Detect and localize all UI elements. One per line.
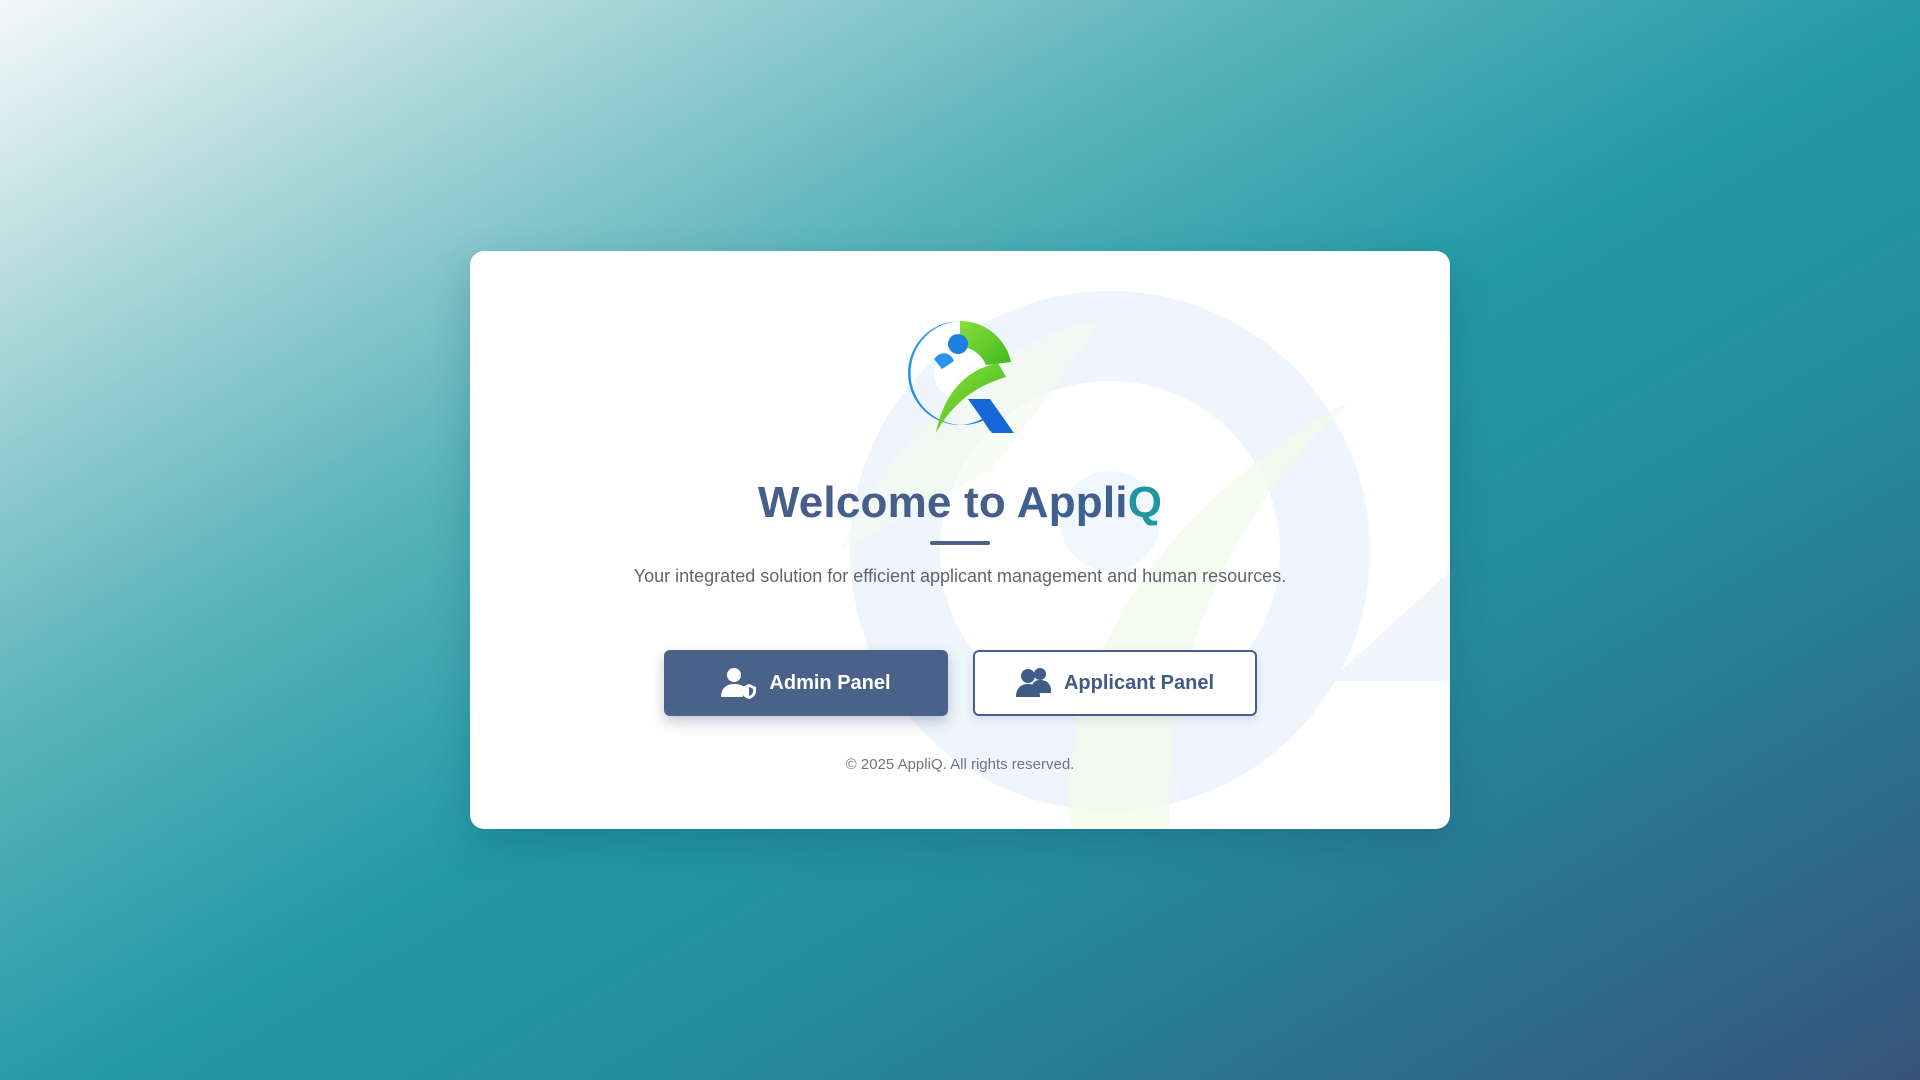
users-icon bbox=[1015, 668, 1051, 697]
page-title: Welcome to AppliQ bbox=[470, 475, 1450, 531]
applicant-panel-button[interactable]: Applicant Panel bbox=[973, 650, 1257, 716]
title-brand-q: Q bbox=[1127, 478, 1163, 527]
title-underline bbox=[930, 541, 990, 545]
title-brand-appli: Appli bbox=[1016, 478, 1128, 527]
welcome-card: Welcome to AppliQ Your integrated soluti… bbox=[470, 251, 1450, 829]
subtitle: Your integrated solution for efficient a… bbox=[633, 566, 1287, 586]
applicant-panel-label: Applicant Panel bbox=[1063, 671, 1215, 694]
copyright-text: © 2025 AppliQ. All rights reserved. bbox=[845, 756, 1075, 773]
user-shield-icon bbox=[721, 668, 757, 699]
admin-panel-label: Admin Panel bbox=[769, 671, 891, 694]
appliq-logo-icon bbox=[908, 320, 1014, 433]
admin-panel-button[interactable]: Admin Panel bbox=[664, 650, 948, 716]
title-prefix: Welcome to bbox=[757, 478, 1017, 527]
